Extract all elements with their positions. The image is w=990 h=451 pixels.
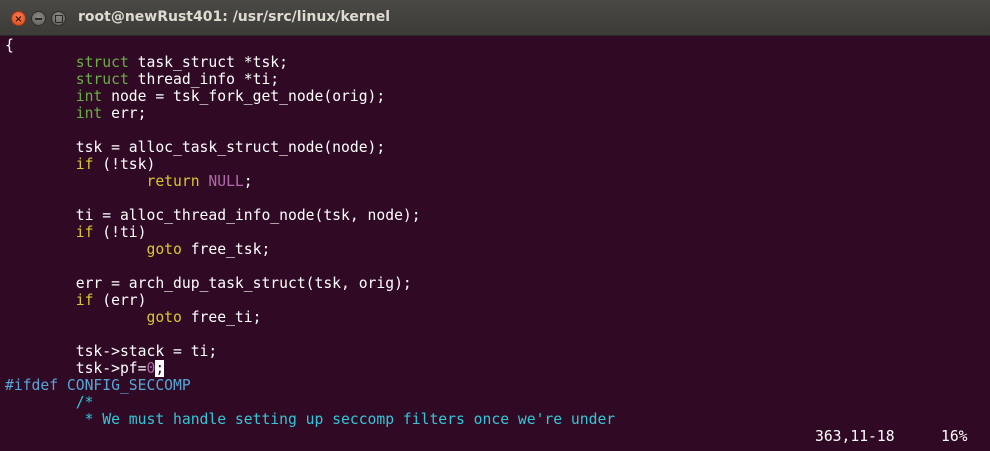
window-title: root@newRust401: /usr/src/linux/kernel [78,9,391,25]
code-line: /* [5,394,94,411]
code-line: int err; [75,105,147,122]
code-line: ti = alloc_thread_info_node(tsk, node); [75,207,421,224]
code-line: goto free_ti; [146,309,262,326]
title-bar[interactable]: × root@newRust401: /usr/src/linux/kernel [0,0,990,36]
comment: * We must handle setting up seccomp filt… [75,411,616,428]
code-line: goto free_tsk; [146,241,271,258]
code-line: struct thread_info *ti; [75,71,280,88]
control-keyword: goto [146,241,182,258]
terminal-window: × root@newRust401: /usr/src/linux/kernel… [0,0,990,451]
code-line: { [5,37,14,54]
code-line: if (err) [75,292,147,309]
control-keyword: if [75,292,94,309]
code-line: if (!tsk) [75,156,156,173]
control-keyword: if [75,156,94,173]
minimize-button[interactable] [31,11,46,26]
control-keyword: if [75,224,94,241]
maximize-button[interactable] [51,11,66,26]
close-icon: × [14,14,23,25]
code-line: tsk->pf=0; [75,360,165,377]
code-line: struct task_struct *tsk; [75,54,288,71]
close-button[interactable]: × [11,11,26,26]
type-keyword: int [75,88,103,105]
minimize-icon [35,18,42,20]
type-keyword: struct [75,71,129,88]
type-keyword: struct [75,54,129,71]
code-line: if (!ti) [75,224,147,241]
text-cursor: ; [155,360,165,377]
code-line: tsk = alloc_task_struct_node(node); [75,139,386,156]
control-keyword: return [146,173,200,190]
editor-text-area[interactable]: { struct task_struct *tsk; struct thread… [5,37,985,447]
control-keyword: goto [146,309,182,326]
preprocessor-line: #ifdef CONFIG_SECCOMP [5,377,191,394]
code-line: return NULL; [146,173,253,190]
cursor-position: 363,11-18 [815,428,895,445]
comment: /* [75,394,94,411]
maximize-icon [55,15,63,23]
type-keyword: int [75,105,103,122]
code-line: tsk->stack = ti; [75,343,218,360]
code-line: int node = tsk_fork_get_node(orig); [75,88,386,105]
code-line: err = arch_dup_task_struct(tsk, orig); [75,275,412,292]
scroll-percent: 16% [941,428,968,445]
code-line: * We must handle setting up seccomp filt… [5,411,616,428]
constant: NULL [208,173,244,190]
